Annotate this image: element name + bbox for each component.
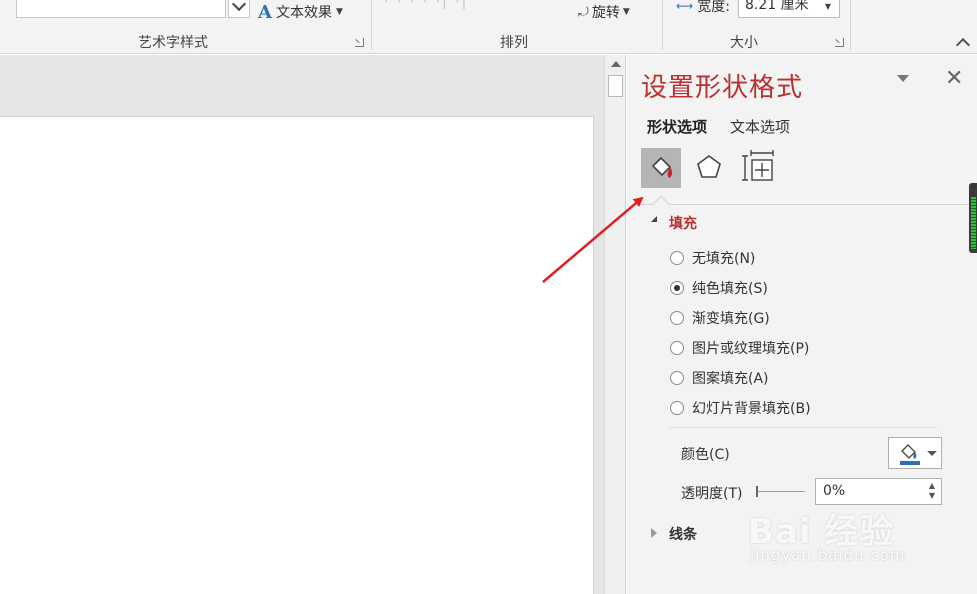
radio-button[interactable] xyxy=(670,401,684,415)
rotate-button[interactable]: ⤾ 旋转 ▼ xyxy=(578,2,630,22)
radio-button[interactable] xyxy=(670,371,684,385)
width-value: 8.21 厘米 xyxy=(745,0,809,13)
pane-options-icon[interactable] xyxy=(897,75,909,82)
radio-picture-texture-fill[interactable]: 图片或纹理填充(P) xyxy=(670,338,809,358)
ribbon-separator xyxy=(662,0,663,50)
ribbon-separator xyxy=(371,0,372,50)
radio-button-selected[interactable] xyxy=(670,281,684,295)
paint-bucket-icon xyxy=(900,444,920,465)
chevron-down-icon: ▼ xyxy=(335,7,343,17)
ribbon-separator xyxy=(850,0,851,50)
transparency-slider[interactable] xyxy=(756,486,805,497)
collapse-ribbon-icon[interactable] xyxy=(955,37,971,53)
scroll-thumb[interactable] xyxy=(608,75,623,97)
radio-label: 图片或纹理填充(P) xyxy=(692,341,810,357)
radio-button[interactable] xyxy=(670,311,684,325)
fill-line-icon[interactable] xyxy=(641,148,681,188)
line-section-header[interactable]: 线条 xyxy=(669,524,697,544)
arrange-disabled-controls: · · · · ·| ·| xyxy=(384,0,469,10)
text-effects-label: 文本效果 xyxy=(275,5,332,21)
radio-label: 幻灯片背景填充(B) xyxy=(692,401,811,417)
width-icon: ⟷ xyxy=(676,0,694,13)
radio-label: 渐变填充(G) xyxy=(692,311,770,327)
wordart-gallery-expand-button[interactable] xyxy=(228,0,250,18)
width-label: ⟷ 宽度: xyxy=(676,0,730,16)
chevron-down-icon xyxy=(927,451,937,456)
color-label: 颜色(C) xyxy=(681,447,730,463)
wordart-styles-group-label: 艺术字样式 xyxy=(138,35,208,51)
expanded-triangle-icon[interactable] xyxy=(651,216,657,222)
section-divider xyxy=(669,427,937,428)
radio-button[interactable] xyxy=(670,251,684,265)
size-properties-icon[interactable] xyxy=(739,148,779,188)
width-label-text: 宽度: xyxy=(697,0,730,15)
radio-pattern-fill[interactable]: 图案填充(A) xyxy=(670,368,769,388)
selected-category-pointer xyxy=(652,195,670,213)
scroll-up-icon[interactable] xyxy=(611,61,621,67)
spinner-icon[interactable]: ▲ ▼ xyxy=(929,481,935,501)
arrange-group-label: 排列 xyxy=(500,35,528,51)
format-shape-pane: 设置形状格式 ✕ 形状选项 文本选项 填充 无填充(N) 纯色填充(S) 渐变填… xyxy=(627,55,977,594)
fill-section-header[interactable]: 填充 xyxy=(669,213,697,233)
pane-title: 设置形状格式 xyxy=(641,72,804,102)
transparency-label: 透明度(T) xyxy=(681,486,743,502)
wordart-style-gallery[interactable] xyxy=(16,0,226,18)
radio-label: 纯色填充(S) xyxy=(692,281,768,297)
transparency-value: 0% xyxy=(823,483,846,499)
size-dialog-launcher-icon[interactable] xyxy=(835,38,844,47)
effects-pentagon-icon[interactable] xyxy=(689,148,729,188)
radio-slide-background-fill[interactable]: 幻灯片背景填充(B) xyxy=(670,398,811,418)
collapsed-triangle-icon[interactable] xyxy=(651,528,657,538)
document-area xyxy=(0,55,604,594)
chevron-down-icon: ▼ xyxy=(622,7,630,17)
rotate-icon: ⤾ xyxy=(578,4,589,20)
wordart-dialog-launcher-icon[interactable] xyxy=(355,38,364,47)
tab-shape-options[interactable]: 形状选项 xyxy=(647,116,707,137)
transparency-input[interactable]: 0% ▲ ▼ xyxy=(815,478,942,505)
slider-thumb[interactable] xyxy=(756,486,758,497)
rotate-label: 旋转 xyxy=(591,5,620,21)
close-icon[interactable]: ✕ xyxy=(945,68,963,90)
tab-text-options[interactable]: 文本选项 xyxy=(730,116,790,137)
side-scroll-handle[interactable] xyxy=(969,183,977,253)
radio-button[interactable] xyxy=(670,341,684,355)
ribbon: A 文本效果 ▼ 艺术字样式 · · · · ·| ·| ⤾ 旋转 ▼ 排列 ⟷… xyxy=(0,0,977,54)
radio-gradient-fill[interactable]: 渐变填充(G) xyxy=(670,308,770,328)
width-input[interactable]: 8.21 厘米 ▼ xyxy=(738,0,840,18)
size-group-label: 大小 xyxy=(730,35,758,51)
spinner-down-icon[interactable]: ▼ xyxy=(825,0,831,16)
text-effects-button[interactable]: A 文本效果 ▼ xyxy=(258,1,343,23)
vertical-scrollbar[interactable] xyxy=(604,55,626,594)
radio-no-fill[interactable]: 无填充(N) xyxy=(670,248,755,268)
pane-divider xyxy=(641,204,977,205)
radio-label: 无填充(N) xyxy=(692,251,756,267)
slide-canvas[interactable] xyxy=(0,116,594,594)
radio-label: 图案填充(A) xyxy=(692,371,769,387)
text-effects-icon: A xyxy=(258,1,272,23)
radio-solid-fill[interactable]: 纯色填充(S) xyxy=(670,278,768,298)
color-picker-button[interactable] xyxy=(888,437,942,469)
